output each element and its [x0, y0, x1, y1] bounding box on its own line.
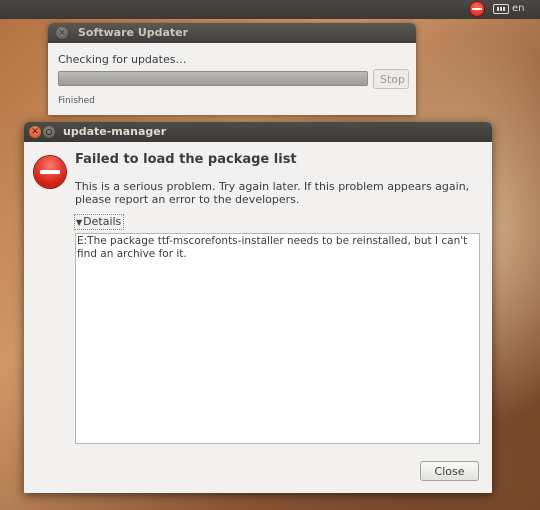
- updater-status: Finished: [58, 96, 95, 106]
- stop-indicator-icon[interactable]: [469, 1, 485, 17]
- keyboard-language[interactable]: en: [512, 3, 525, 14]
- top-panel: en: [0, 0, 540, 19]
- dialog-minimize-icon[interactable]: [43, 126, 55, 138]
- details-label: Details: [83, 215, 122, 228]
- update-progress-bar: [58, 71, 368, 86]
- stop-button[interactable]: Stop: [373, 69, 409, 89]
- updater-title: Software Updater: [78, 26, 189, 39]
- dialog-titlebar[interactable]: ✕ update-manager: [24, 122, 492, 142]
- updater-titlebar[interactable]: × Software Updater: [48, 23, 416, 43]
- close-button[interactable]: Close: [420, 461, 479, 481]
- progress-fill: [59, 72, 367, 85]
- dialog-title: update-manager: [63, 125, 167, 138]
- keyboard-icon[interactable]: [493, 4, 509, 14]
- checking-label: Checking for updates…: [58, 53, 187, 66]
- error-heading: Failed to load the package list: [75, 152, 297, 167]
- dialog-close-icon[interactable]: ✕: [29, 126, 41, 138]
- update-manager-dialog: ✕ update-manager Failed to load the pack…: [24, 122, 492, 493]
- details-text-area[interactable]: E:The package ttf-mscorefonts-installer …: [75, 233, 480, 444]
- expander-arrow-icon: ▼: [76, 218, 83, 227]
- error-icon: [34, 156, 66, 188]
- updater-close-icon[interactable]: ×: [56, 27, 68, 39]
- software-updater-window: × Software Updater Checking for updates……: [48, 23, 416, 115]
- details-expander[interactable]: ▼Details: [74, 214, 125, 230]
- error-message: This is a serious problem. Try again lat…: [75, 180, 470, 206]
